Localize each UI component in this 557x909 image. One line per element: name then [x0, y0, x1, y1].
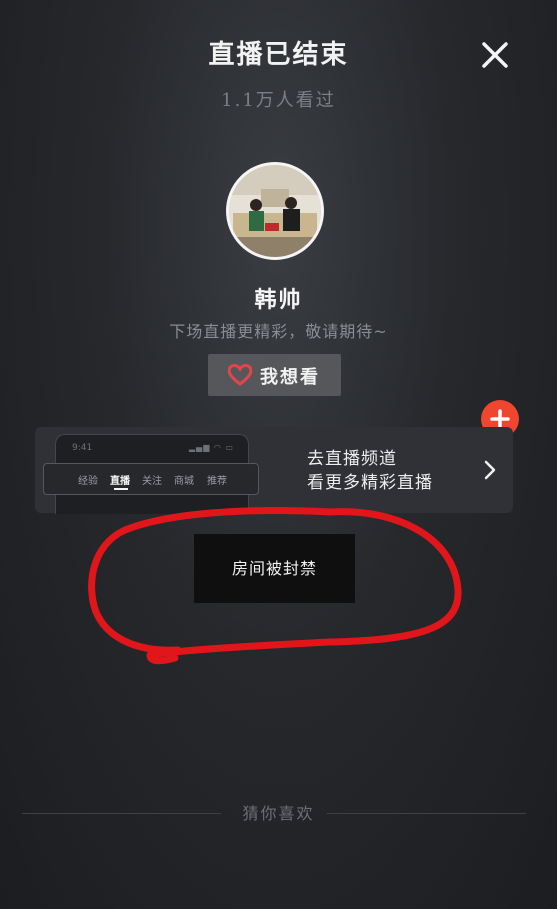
- page-title: 直播已结束: [208, 40, 349, 70]
- plus-icon: [490, 409, 510, 429]
- preview-tab-live: 直播: [110, 476, 130, 487]
- preview-tab-experience: 经验: [78, 476, 98, 487]
- room-banned-notice: 房间被封禁: [194, 534, 355, 603]
- viewer-count: 1.1万人看过: [221, 90, 336, 111]
- preview-tab-bar: 经验 直播 关注 商城 推荐: [43, 463, 259, 495]
- preview-tab-follow: 关注: [142, 476, 162, 487]
- recommend-section-label: 猜你喜欢: [242, 804, 315, 823]
- host-name: 韩帅: [254, 287, 303, 313]
- preview-tab-recommend: 推荐: [207, 476, 227, 487]
- close-button[interactable]: [478, 38, 512, 72]
- live-channel-banner[interactable]: 9:41 ▂▄▆ ◠ ▭ 经验 直播 关注 商城 推荐 去直播频道 看更多精彩直…: [35, 427, 513, 514]
- close-icon: [482, 42, 508, 68]
- phone-time: 9:41: [72, 443, 93, 453]
- banner-line-1: 去直播频道: [307, 449, 397, 469]
- heart-icon: [228, 364, 252, 386]
- banner-line-2: 看更多精彩直播: [307, 473, 433, 493]
- chevron-right-icon: [484, 460, 496, 480]
- avatar-photo: [229, 165, 321, 257]
- want-to-watch-label: 我想看: [260, 367, 320, 388]
- avatar[interactable]: [226, 162, 324, 260]
- preview-tab-mall: 商城: [174, 476, 194, 487]
- banner-text: 去直播频道 看更多精彩直播: [307, 447, 433, 495]
- status-icons: ▂▄▆ ◠ ▭: [188, 443, 234, 452]
- host-tagline: 下场直播更精彩，敬请期待~: [169, 322, 388, 341]
- host-avatar-container[interactable]: [226, 162, 519, 438]
- preview-tab-underline: [114, 488, 128, 490]
- want-to-watch-button[interactable]: 我想看: [208, 354, 341, 396]
